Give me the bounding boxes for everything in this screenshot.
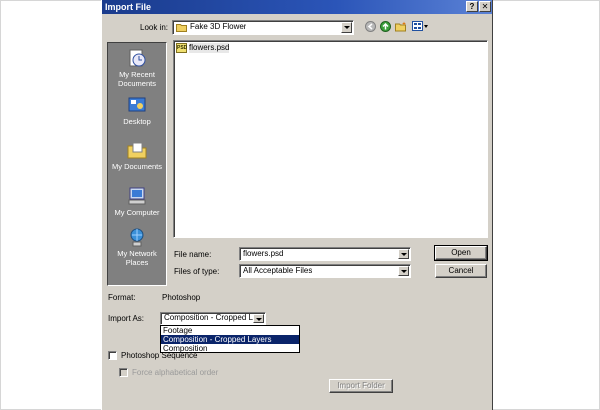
folder-icon [176, 24, 187, 32]
place-network-places[interactable]: My Network Places [108, 227, 166, 267]
import-file-dialog: Import File ? ✕ Look in: Fake 3D Flower [101, 0, 493, 410]
file-name-value: flowers.psd [243, 249, 284, 258]
import-as-select[interactable]: Composition - Cropped Lay [160, 312, 266, 325]
import-as-option-composition[interactable]: Composition [161, 344, 299, 353]
import-as-option-composition-cropped[interactable]: Composition - Cropped Layers [161, 335, 299, 344]
help-button[interactable]: ? [466, 1, 478, 12]
format-value: Photoshop [162, 293, 201, 302]
chevron-down-icon[interactable] [341, 22, 352, 33]
place-desktop[interactable]: Desktop [108, 95, 166, 126]
force-alphabetical-label: Force alphabetical order [132, 368, 219, 377]
import-as-value: Composition - Cropped Lay [164, 313, 262, 322]
files-of-type-value: All Acceptable Files [243, 266, 313, 275]
force-alphabetical-checkbox[interactable] [119, 368, 128, 377]
files-of-type-select[interactable]: All Acceptable Files [239, 264, 411, 278]
place-my-computer[interactable]: My Computer [108, 186, 166, 217]
file-name-label: File name: [174, 250, 212, 259]
photoshop-sequence-checkbox[interactable] [108, 351, 117, 360]
file-name-text: flowers.psd [189, 43, 230, 53]
files-of-type-label: Files of type: [174, 267, 220, 276]
format-label: Format: [108, 293, 136, 302]
view-menu-icon[interactable] [412, 21, 428, 32]
place-label: Desktop [123, 117, 151, 126]
import-as-dropdown-list: Footage Composition - Cropped Layers Com… [160, 325, 300, 353]
import-folder-button[interactable]: Import Folder [329, 379, 393, 393]
chevron-down-icon[interactable] [398, 249, 409, 259]
place-label: My Documents [111, 162, 162, 171]
close-button[interactable]: ✕ [479, 1, 491, 12]
places-bar: My Recent Documents Desktop My Documents [107, 42, 167, 286]
psd-file-icon: PSD [176, 43, 188, 53]
file-name-input[interactable]: flowers.psd [239, 247, 411, 261]
desktop-icon [128, 97, 146, 112]
title-bar[interactable]: Import File ? ✕ [102, 0, 492, 14]
place-label: My Recent Documents [118, 70, 156, 88]
back-icon[interactable] [365, 21, 376, 32]
look-in-value: Fake 3D Flower [190, 22, 247, 31]
place-recent-documents[interactable]: My Recent Documents [108, 48, 166, 88]
network-places-icon [130, 228, 144, 247]
my-computer-icon [128, 187, 146, 205]
look-in-label: Look in: [140, 23, 169, 32]
place-label: My Computer [114, 208, 160, 217]
chevron-down-icon[interactable] [398, 266, 409, 276]
dialog-title: Import File [105, 2, 152, 12]
look-in-select[interactable]: Fake 3D Flower [172, 20, 354, 35]
my-documents-icon [127, 142, 147, 159]
cancel-button[interactable]: Cancel [435, 264, 487, 278]
open-button[interactable]: Open [434, 245, 488, 261]
import-as-label: Import As: [108, 314, 145, 323]
place-my-documents[interactable]: My Documents [108, 140, 166, 171]
file-list[interactable]: PSD flowers.psd [173, 40, 488, 238]
new-folder-icon[interactable] [395, 21, 407, 32]
recent-documents-icon [129, 49, 146, 67]
import-as-option-footage[interactable]: Footage [161, 326, 299, 335]
chevron-down-icon[interactable] [253, 314, 264, 323]
place-label: My Network Places [117, 249, 157, 267]
up-folder-icon[interactable] [380, 21, 391, 32]
